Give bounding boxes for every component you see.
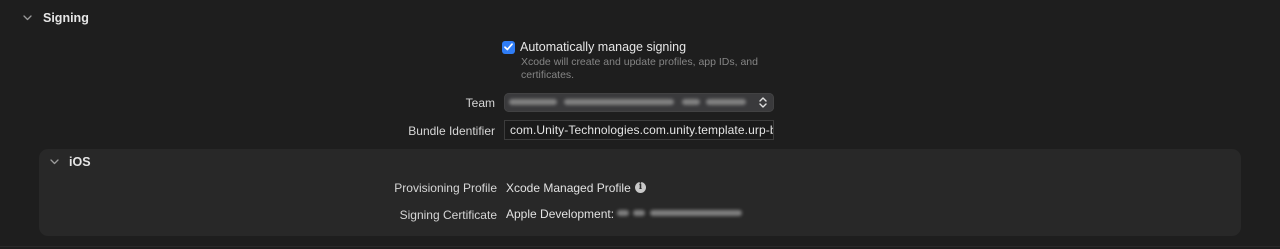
provisioning-profile-label: Provisioning Profile — [394, 181, 497, 195]
signing-settings: Signing Automatically manage signing Xco… — [0, 0, 1280, 249]
redacted-team-name — [706, 99, 746, 105]
redacted-certificate-name — [650, 210, 742, 216]
team-label: Team — [465, 96, 495, 110]
bundle-identifier-field[interactable]: com.Unity-Technologies.com.unity.templat… — [504, 120, 774, 140]
chevron-down-icon[interactable] — [49, 157, 59, 167]
chevron-down-icon[interactable] — [22, 13, 32, 23]
redacted-team-name — [682, 99, 700, 105]
bundle-identifier-value: com.Unity-Technologies.com.unity.templat… — [510, 123, 774, 137]
signing-section-title: Signing — [43, 11, 89, 25]
provisioning-profile-value: Xcode Managed Profile — [506, 181, 631, 195]
info-icon[interactable]: i — [635, 182, 646, 193]
signing-section-header[interactable]: Signing — [22, 9, 89, 27]
signing-certificate-value: Apple Development: — [506, 207, 615, 221]
redacted-team-name — [564, 99, 674, 105]
redacted-team-name — [509, 99, 557, 105]
ios-section-title: iOS — [69, 155, 91, 169]
ios-section-header[interactable]: iOS — [49, 155, 91, 169]
bundle-identifier-label: Bundle Identifier — [408, 124, 495, 138]
auto-manage-helper-text: Xcode will create and update profiles, a… — [521, 56, 758, 81]
signing-certificate-label: Signing Certificate — [399, 208, 497, 222]
redacted-certificate-name — [633, 210, 645, 216]
popup-up-down-arrows-icon — [758, 96, 768, 109]
checkbox-checked-icon[interactable] — [502, 40, 515, 54]
auto-manage-signing-checkbox[interactable]: Automatically manage signing — [502, 40, 686, 54]
redacted-certificate-name — [617, 210, 629, 216]
auto-manage-signing-label: Automatically manage signing — [520, 40, 687, 54]
team-popup-button[interactable] — [504, 93, 774, 112]
divider — [0, 246, 1280, 247]
